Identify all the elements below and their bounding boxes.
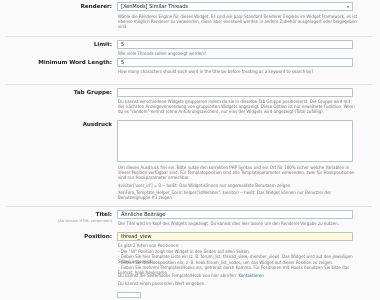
min-word-length-label: Minimum Word Length: [38,60,112,66]
separator [6,206,372,207]
renderer-label: Renderer: [80,4,112,10]
title-input[interactable]: Ähnliche Beiträge [117,210,353,219]
min-word-length-help: How many characters should each word in … [118,69,314,74]
title-sublabel: (Ab Version HTML verwenden) [57,219,112,223]
position-help-link[interactable]: Kontaktieren [238,273,263,278]
limit-label: Limit: [93,42,112,48]
separator [6,36,372,37]
position-footer: Du kannst einen passenden Wert eingeben. [118,281,206,286]
position-label: Position: [84,234,112,240]
expression-help-2: $visitor['user_id'] = 0 -- heißt: Das Wi… [118,183,292,188]
bottom-input[interactable] [117,292,141,298]
position-input[interactable]: thread_view [117,232,353,241]
position-help-1: Es gibt 2 Arten von Positionen: [118,243,180,248]
tab-group-label: Tab Gruppe: [73,90,112,96]
expression-help-1: Um diesen Ausdruck frei ein. Bitte nutze… [118,165,355,181]
separator [6,84,372,85]
expression-label: Ausdruck [82,122,112,128]
renderer-select[interactable]: [XenMods] Similar Threads ▾ [117,2,353,11]
position-help-4: - Geben Sie die Hookposition ein, z. B. … [118,259,334,265]
chevron-down-icon: ▾ [346,4,349,9]
limit-input[interactable]: 5 [117,40,353,49]
limit-help: Wie viele Threads sollen angezeigt werde… [118,51,206,56]
position-help-text: Du kannst die Seite/hooks Template/Hook … [118,273,239,278]
renderer-help: Wähle die Renderer Engine für dieses Wid… [118,14,358,30]
expression-textarea[interactable] [117,120,353,162]
renderer-value: [XenMods] Similar Threads [121,4,189,10]
min-word-length-input[interactable]: 5 [117,58,353,67]
tab-group-input[interactable] [117,88,353,97]
position-help-2: - Die "all" Position zeigt das Widget in… [118,248,251,254]
position-help-6: Du kannst die Seite/hooks Template/Hook … [118,273,358,278]
title-help: Der Titel wird im Kopf des Widgets angez… [118,221,339,226]
expression-help-3: XenForo_Template_Helper_Core::helper('is… [118,190,332,201]
tab-group-help: Du kannst verschiedene Widgets gruppiere… [118,99,355,115]
title-label: Titel: [95,212,112,218]
